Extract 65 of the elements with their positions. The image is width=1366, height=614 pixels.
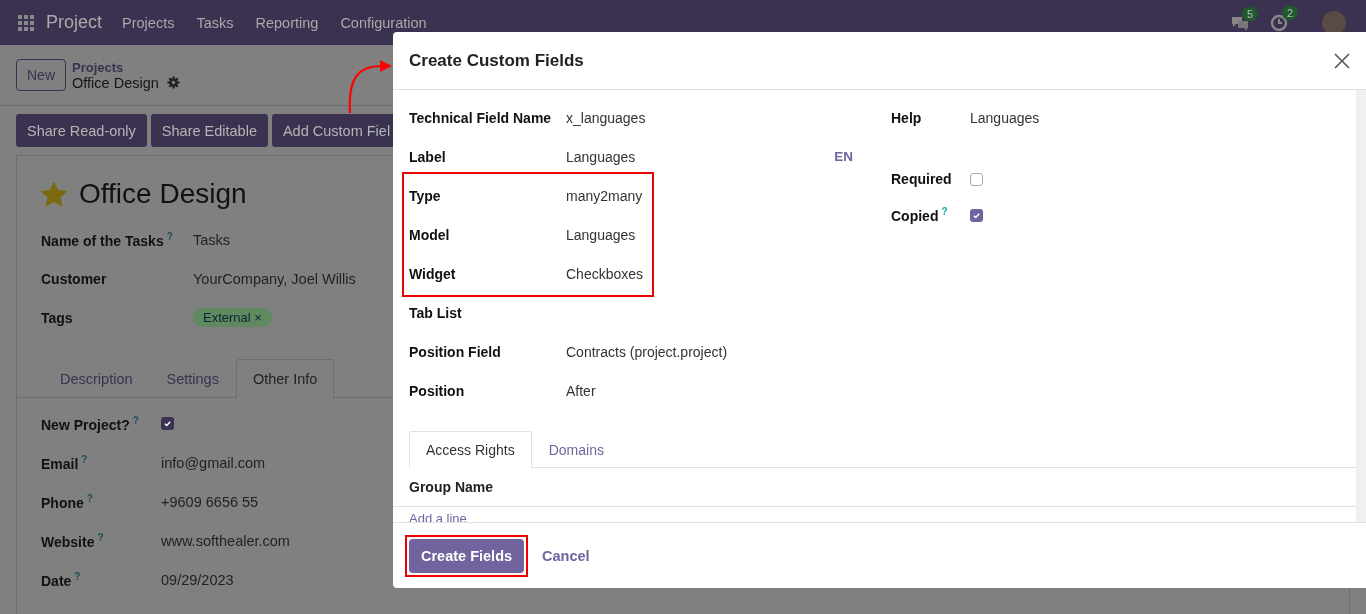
- activity-count: 2: [1282, 5, 1299, 20]
- tab[interactable]: Other Info: [235, 359, 335, 398]
- user-avatar[interactable]: [1322, 10, 1346, 35]
- field-label: Email $^{?}$: [41, 453, 89, 472]
- scrollbar[interactable]: [1356, 90, 1366, 522]
- breadcrumb-current: Office Design: [72, 74, 159, 91]
- field-label: Tags: [41, 309, 74, 326]
- tab[interactable]: Settings: [149, 359, 236, 398]
- menu-item[interactable]: Projects: [122, 14, 175, 31]
- apps-grid-icon[interactable]: [18, 14, 34, 31]
- field-label: Date $^{?}$: [41, 570, 82, 589]
- field-value[interactable]: Languages: [970, 109, 1040, 126]
- close-icon[interactable]: [1334, 52, 1350, 69]
- message-count: 5: [1242, 6, 1259, 21]
- clock-icon[interactable]: [1270, 13, 1288, 32]
- field-value[interactable]: many2many: [566, 187, 643, 204]
- menu-item[interactable]: Reporting: [255, 14, 319, 31]
- field-label: Position: [409, 382, 466, 399]
- field-value[interactable]: After: [566, 382, 596, 399]
- column-header: Group Name: [393, 468, 1356, 507]
- tab[interactable]: Description: [43, 359, 150, 398]
- field-value[interactable]: Contracts (project.project): [566, 343, 728, 360]
- gear-icon[interactable]: [166, 76, 180, 89]
- cancel-button[interactable]: Cancel: [538, 547, 594, 564]
- dialog-title: Create Custom Fields: [409, 50, 584, 71]
- field-label: Widget: [409, 265, 457, 282]
- field-label: Phone $^{?}$: [41, 492, 94, 511]
- field-value: YourCompany, Joel Willis: [193, 270, 356, 287]
- field-label: Required: [891, 171, 953, 187]
- star-icon[interactable]: [41, 181, 67, 207]
- create-fields-button[interactable]: Create Fields: [409, 538, 525, 573]
- field-value: info@gmail.com: [161, 454, 266, 471]
- field-label: Customer: [41, 270, 108, 287]
- field-label: Copied $^{?}$: [891, 206, 949, 224]
- tag[interactable]: External ×: [193, 308, 272, 327]
- record-title: Office Design: [79, 178, 247, 210]
- app-name[interactable]: Project: [46, 12, 103, 33]
- menu-item[interactable]: Tasks: [196, 14, 234, 31]
- action-button[interactable]: Share Editable: [150, 114, 268, 147]
- field-value: +9609 6656 55: [161, 493, 259, 510]
- tab[interactable]: Domains: [531, 431, 621, 468]
- field-label: New Project? $^{?}$: [41, 414, 140, 433]
- field-label: Model: [409, 226, 451, 243]
- checkbox[interactable]: [970, 172, 983, 186]
- field-value[interactable]: Languages: [566, 226, 636, 243]
- field-label: Technical Field Name: [409, 109, 553, 126]
- tab[interactable]: Access Rights: [409, 431, 532, 468]
- field-label: Name of the Tasks $^{?}$: [41, 230, 174, 249]
- field-value[interactable]: Languages: [566, 148, 636, 165]
- field-value: 09/29/2023: [161, 571, 234, 588]
- language-button[interactable]: EN: [834, 148, 853, 165]
- field-label: Website $^{?}$: [41, 531, 105, 550]
- breadcrumb-link[interactable]: Projects: [72, 59, 180, 75]
- field-label: Type: [409, 187, 442, 204]
- field-value: www.softhealer.com: [161, 532, 290, 549]
- field-value[interactable]: x_languages: [566, 109, 646, 126]
- field-value[interactable]: Checkboxes: [566, 265, 644, 282]
- field-label: Label: [409, 148, 447, 165]
- field-label: Position Field: [409, 343, 502, 360]
- action-button[interactable]: Share Read-only: [16, 114, 147, 147]
- new-button[interactable]: New: [16, 59, 66, 91]
- field-label: Help: [891, 109, 923, 126]
- field-label: Tab List: [409, 304, 463, 321]
- menu-item[interactable]: Configuration: [340, 14, 427, 31]
- field-value: Tasks: [193, 231, 231, 248]
